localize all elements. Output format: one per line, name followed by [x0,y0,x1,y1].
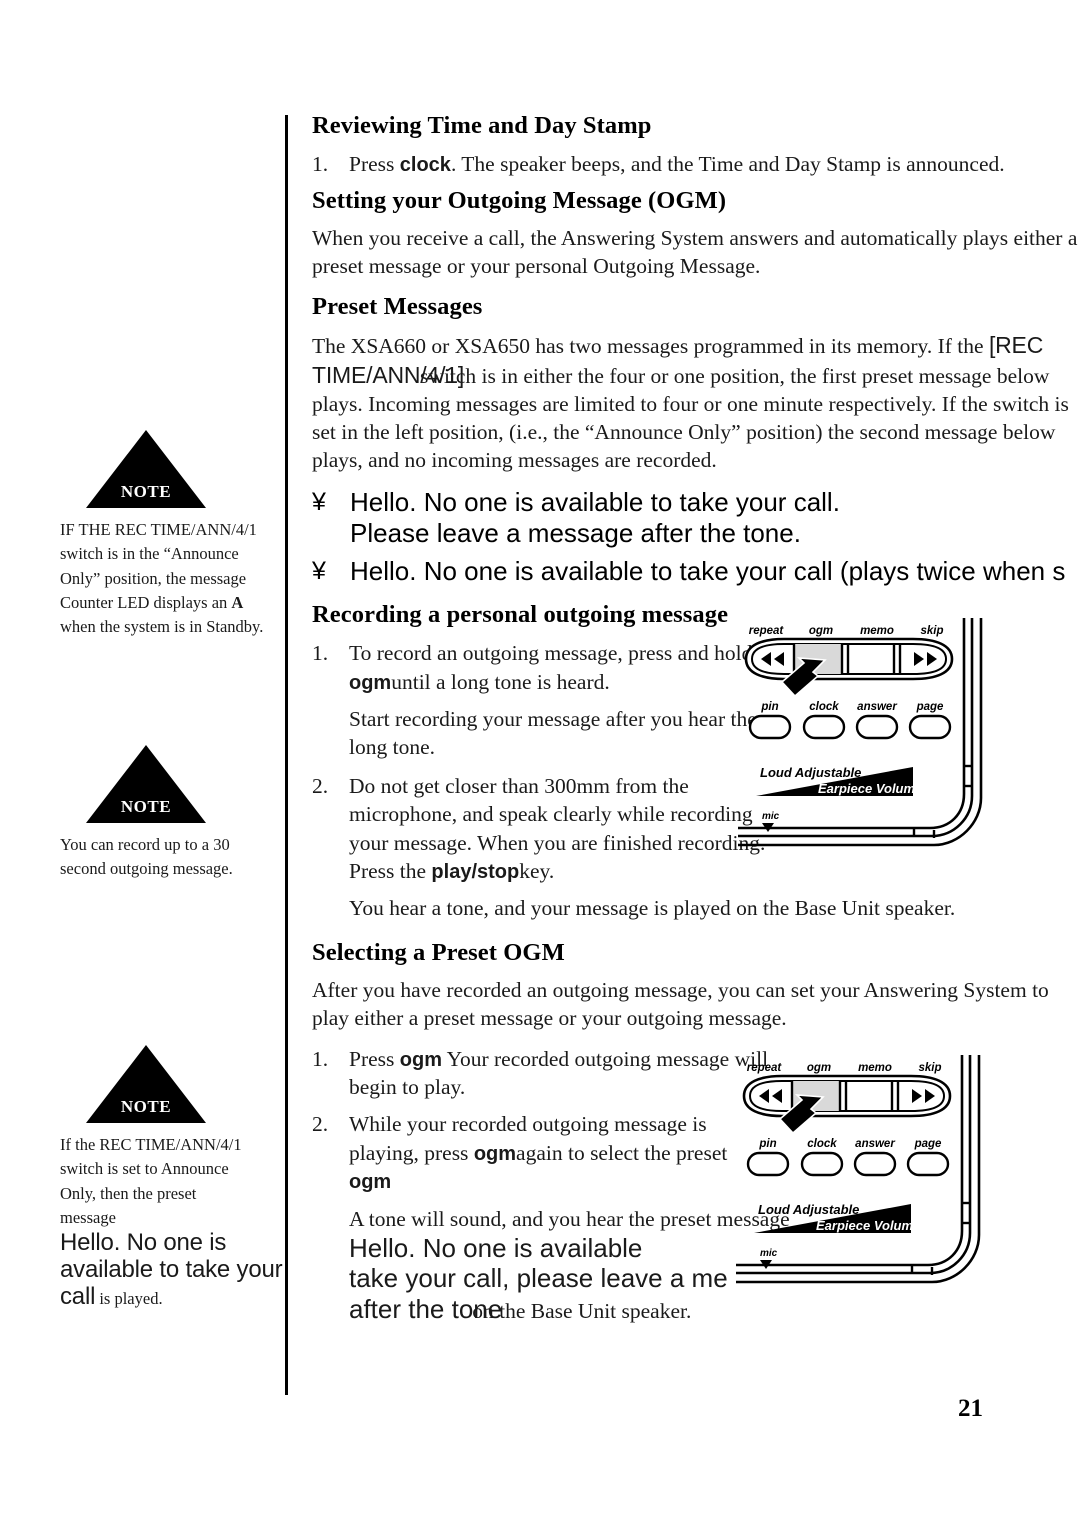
svg-text:ogm: ogm [809,625,833,637]
recording-step-2: 2. Do not get closer than 300mm from the … [312,772,769,886]
preset-para-before: The XSA660 or XSA650 has two messages pr… [312,334,989,359]
note-triangle-icon-2: NOTE [86,745,206,823]
svg-text:memo: memo [860,625,894,637]
svg-text:Earpiece Volume: Earpiece Volume [816,1218,920,1233]
selecting-step-2-mid: again to select the preset [516,1140,728,1165]
key-ogm-2: ogm [349,1171,392,1194]
note-label-1: NOTE [120,482,172,501]
svg-text:memo: memo [858,1062,892,1074]
page-number: 21 [958,1395,983,1422]
paragraph-preset-messages: The XSA660 or XSA650 has two messages pr… [312,331,1080,475]
recording-step-1: 1. To record an outgoing message, press a… [312,639,769,696]
yen-bullet-icon: ¥ [312,556,326,585]
heading-selecting-preset-ogm: Selecting a Preset OGM [312,938,565,966]
preset-para-after: switch is in either the four or one posi… [312,364,1069,473]
key-ogm: ogm [349,671,392,694]
svg-text:Loud Adjustable: Loud Adjustable [758,1202,859,1217]
review-step-1-before: Press [349,152,400,176]
svg-text:Loud Adjustable: Loud Adjustable [760,765,861,780]
key-play-stop: play/stop [431,860,520,883]
manual-page: NOTE IF THE REC TIME/ANN/4/1 switch is i… [0,0,1080,1522]
recording-step-1-number: 1. [312,641,329,666]
preset-bullet-1-line-1: Hello. No one is available to take your … [350,486,840,517]
svg-text:page: page [916,701,944,713]
note-text-2: You can record up to a 30 second outgoin… [60,835,233,879]
yen-bullet-icon: ¥ [312,487,326,516]
selecting-sub-lead: A tone will sound, and you hear the pres… [349,1206,790,1231]
note-block-1: NOTE IF THE REC TIME/ANN/4/1 switch is i… [60,430,275,639]
selecting-step-1-number: 1. [312,1046,329,1071]
key-ogm: ogm [473,1142,517,1165]
note-text-1-before: IF THE REC TIME/ANN/4/1 switch is in the… [60,520,257,612]
paragraph-setting-ogm: When you receive a call, the Answering S… [312,226,1078,279]
svg-text:repeat: repeat [749,625,785,637]
note-label-2: NOTE [120,797,172,816]
note-block-3: NOTE If the REC TIME/ANN/4/1 switch is s… [60,1045,283,1311]
preset-bullet-2-line-1: Hello. No one is available to take your … [350,555,1066,586]
note-3-line-6: call is played. [60,1283,275,1311]
review-step-1-after: . The speaker beeps, and the Time and Da… [450,152,1005,176]
preset-bullet-2: ¥ Hello. No one is available to take you… [312,556,1080,587]
note-3-line-4: message Hello. No one is [60,1206,275,1258]
note-3-quote-line-1: Hello. No one is [60,1229,227,1256]
note-text-1-after: when the system is in Standby. [60,617,264,636]
svg-text:skip: skip [920,625,943,637]
recording-step-2-after: key. [519,858,555,883]
svg-text:pin: pin [758,1138,776,1150]
recording-step-2-before: Do not get closer than 300mm from the mi… [349,773,766,883]
note-3-line-1: If the REC TIME/ANN/4/1 [60,1135,242,1154]
svg-text:mic: mic [762,811,780,822]
svg-text:clock: clock [809,701,839,713]
recording-step-1-before: To record an outgoing message, press and… [349,641,753,666]
svg-text:mic: mic [760,1248,778,1259]
selecting-step-1: 1. Press ogm Your recorded outgoing mess… [312,1045,769,1102]
svg-text:page: page [914,1138,942,1150]
selecting-step-2: 2. While your recorded outgoing message i… [312,1110,769,1195]
selecting-step-1-before: Press [349,1046,400,1071]
note-text-1-emphasis: A [231,592,244,612]
note-3-quote-line-2: available to take your [60,1256,283,1284]
note-text-1: IF THE REC TIME/ANN/4/1 switch is in the… [60,518,275,639]
note-3-tail: is played. [99,1289,163,1309]
heading-preset-messages: Preset Messages [312,293,483,321]
recording-step-2-sub: You hear a tone, and your message is pla… [349,896,956,921]
column-divider-rule [285,115,288,1395]
key-ogm: ogm [399,1048,442,1071]
svg-text:answer: answer [857,701,897,713]
svg-text:pin: pin [760,701,778,713]
note-text-3: If the REC TIME/ANN/4/1 switch is set to… [60,1133,283,1311]
note-3-message-label: message [60,1207,116,1227]
device-diagram-top: repeat ogm memo skip pin clock answer pa… [738,618,986,866]
heading-reviewing-time-day-stamp: Reviewing Time and Day Stamp [312,112,652,139]
recording-step-2-number: 2. [312,773,329,798]
recording-step-1-after: until a long tone is heard. [391,669,610,694]
review-step-1-number: 1. [312,152,329,176]
note-label-3: NOTE [120,1097,172,1116]
note-triangle-icon-3: NOTE [86,1045,206,1123]
paragraph-selecting-preset-ogm: After you have recorded an outgoing mess… [312,977,1049,1030]
svg-text:repeat: repeat [747,1062,783,1074]
key-clock: clock [399,154,451,176]
svg-text:ogm: ogm [807,1062,831,1074]
selecting-sub-tail: on the Base Unit speaker. [472,1298,692,1323]
note-triangle-icon-1: NOTE [86,430,206,508]
svg-text:Earpiece Volume: Earpiece Volume [818,781,922,796]
note-block-2: NOTE You can record up to a 30 second ou… [60,745,275,882]
preset-bullet-1: ¥ Hello. No one is available to take you… [312,487,1080,550]
recording-step-1-sub: Start recording your message after you h… [349,707,757,760]
preset-bullet-1-line-2: Please leave a message after the tone. [350,518,801,549]
note-3-line-3: Only, then the preset [60,1183,197,1203]
note-3-quote-line-3: call [60,1283,96,1311]
device-diagram-bottom: repeat ogm memo skip pin clock answer pa… [736,1055,984,1303]
svg-text:clock: clock [807,1138,837,1150]
review-step-1: 1. Press clock. The speaker beeps, and th… [312,150,1080,178]
svg-text:answer: answer [855,1138,895,1150]
svg-text:skip: skip [918,1062,941,1074]
selecting-step-2-number: 2. [312,1112,329,1137]
heading-setting-outgoing-message: Setting your Outgoing Message (OGM) [312,187,727,215]
note-3-line-2: switch is set to Announce [60,1159,229,1179]
